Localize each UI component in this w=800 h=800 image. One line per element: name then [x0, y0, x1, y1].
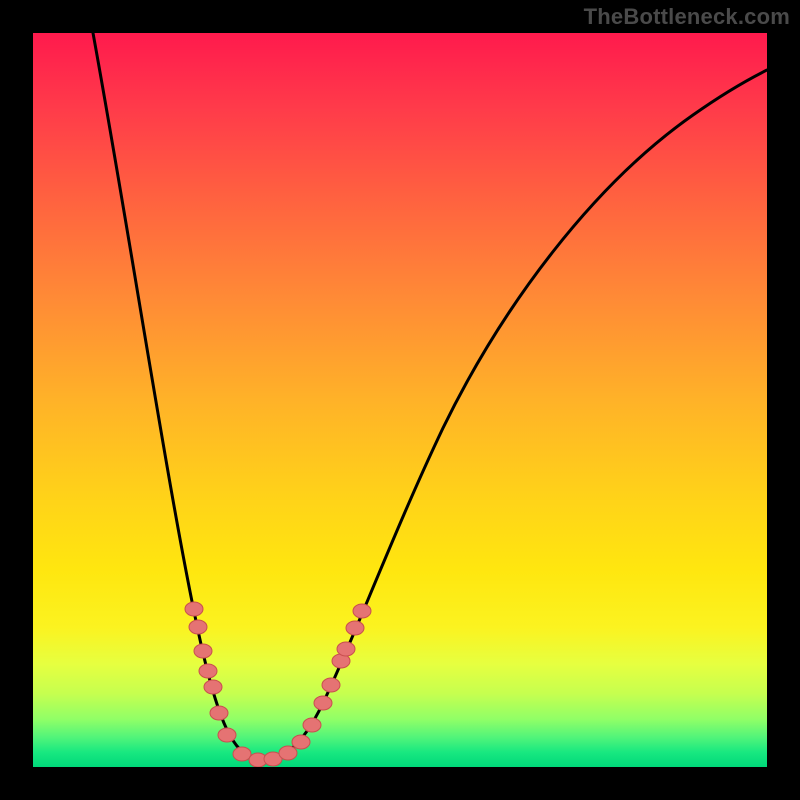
marker-point — [210, 706, 228, 720]
marker-point — [233, 747, 251, 761]
marker-point — [204, 680, 222, 694]
marker-point — [279, 746, 297, 760]
marker-point — [346, 621, 364, 635]
marker-point — [189, 620, 207, 634]
marker-point — [194, 644, 212, 658]
marker-point — [218, 728, 236, 742]
watermark-text: TheBottleneck.com — [584, 4, 790, 30]
marker-group — [185, 602, 371, 767]
marker-point — [314, 696, 332, 710]
marker-point — [303, 718, 321, 732]
marker-point — [292, 735, 310, 749]
chart-svg — [33, 33, 767, 767]
marker-point — [185, 602, 203, 616]
marker-point — [199, 664, 217, 678]
marker-point — [337, 642, 355, 656]
marker-point — [322, 678, 340, 692]
chart-frame: TheBottleneck.com — [0, 0, 800, 800]
plot-area — [33, 33, 767, 767]
marker-point — [353, 604, 371, 618]
